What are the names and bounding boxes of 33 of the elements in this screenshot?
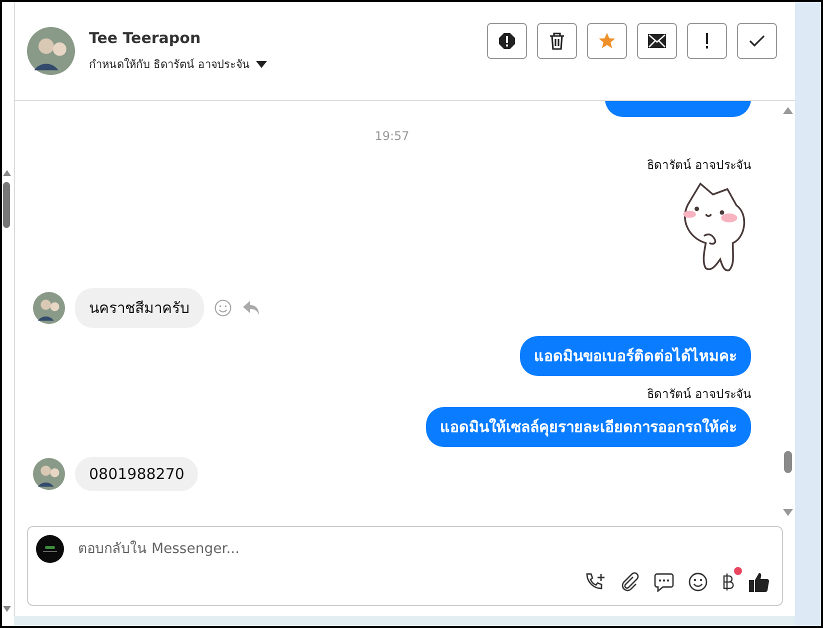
delete-button[interactable]	[537, 23, 577, 59]
thumbs-up-icon[interactable]	[748, 571, 770, 593]
sender-name: ธิดารัตน์ อาจประจัน	[647, 157, 751, 174]
message-bubble: 0801988270	[75, 457, 198, 491]
baht-sign-icon[interactable]	[722, 572, 734, 592]
page-logo	[36, 535, 64, 563]
important-button[interactable]	[687, 23, 727, 59]
avatar-photo	[33, 292, 65, 324]
message-bubble: แอดมินขอเบอร์ติดต่อได้ไหมคะ	[520, 336, 751, 376]
message-bubble: แอดมินให้เซลล์คุยรายละเอียดการออกรถให้ค่ะ	[426, 407, 751, 447]
spam-button[interactable]	[487, 23, 527, 59]
done-button[interactable]	[737, 23, 777, 59]
star-icon	[598, 32, 616, 50]
phone-plus-icon[interactable]	[584, 572, 606, 592]
contact-name: Tee Teerapon	[89, 29, 202, 47]
timestamp: 19:57	[374, 129, 410, 143]
star-button[interactable]	[587, 23, 627, 59]
exclamation-icon	[705, 33, 709, 49]
avatar-photo	[27, 27, 75, 75]
smiley-icon[interactable]	[688, 572, 708, 592]
scrollbar[interactable]	[2, 2, 14, 626]
checkmark-icon	[749, 35, 765, 47]
sender-name: ธิดารัตน์ อาจประจัน	[647, 386, 751, 403]
assignee-label: กำหนดให้กับ ธิดารัตน์ อาจประจัน	[89, 57, 250, 73]
envelope-icon	[648, 34, 666, 48]
alert-icon	[498, 32, 516, 50]
speech-bubble-icon[interactable]	[654, 572, 674, 592]
message-bubble: นคราชสีมาครับ	[75, 288, 204, 328]
caret-icon[interactable]	[256, 60, 267, 68]
paperclip-icon[interactable]	[620, 572, 640, 592]
avatar-photo	[33, 458, 65, 490]
mail-button[interactable]	[637, 23, 677, 59]
trash-icon	[549, 32, 565, 50]
